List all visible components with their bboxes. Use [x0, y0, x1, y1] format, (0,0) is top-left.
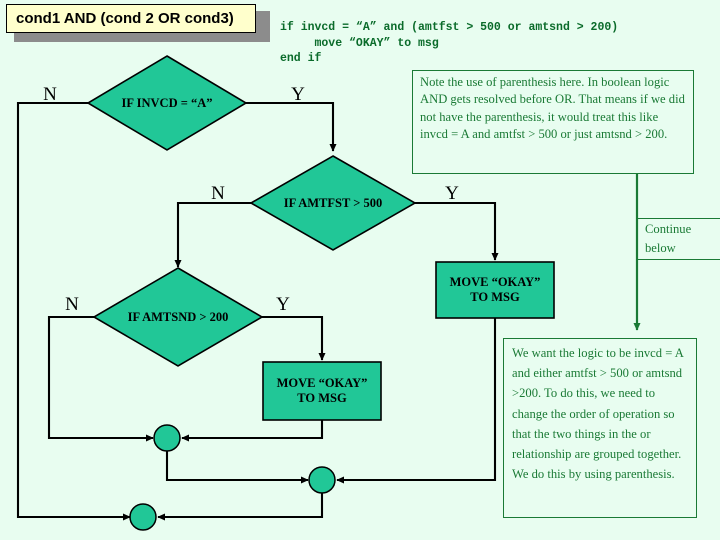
- note-top-text: Note the use of parenthesis here. In boo…: [420, 75, 685, 141]
- continue-below-label: Continue below: [637, 218, 720, 260]
- connector-circle: [153, 424, 181, 452]
- branch-label-no-2: N: [211, 183, 225, 204]
- connector-shapes: [129, 424, 336, 531]
- edge-d1-yes: [246, 101, 337, 152]
- process-box: [435, 261, 555, 319]
- title-banner: cond1 AND (cond 2 OR cond3): [6, 4, 256, 33]
- process-box: [262, 361, 382, 421]
- note-box-explanation: We want the logic to be invcd = A and ei…: [503, 338, 697, 518]
- page-title: cond1 AND (cond 2 OR cond3): [16, 10, 234, 27]
- edge-c2-c3: [157, 493, 324, 521]
- note-box-parenthesis: Note the use of parenthesis here. In boo…: [412, 70, 694, 174]
- branch-label-yes-1: Y: [291, 84, 305, 105]
- branch-label-yes-2: Y: [445, 183, 459, 204]
- decision-diamond: [92, 267, 264, 367]
- decision-diamond: [249, 155, 417, 251]
- note-bottom-text: We want the logic to be invcd = A and ei…: [512, 346, 684, 482]
- edge-d3-yes: [262, 315, 326, 361]
- edge-d2-yes: [415, 201, 499, 261]
- code-line-2: move “OKAY” to msg: [280, 36, 439, 50]
- edge-d2-no: [174, 201, 251, 268]
- connector-circle: [129, 503, 157, 531]
- edge-p2-join: [181, 420, 324, 442]
- branch-label-no-1: N: [43, 84, 57, 105]
- branch-label-yes-3: Y: [276, 294, 290, 315]
- code-line-3: end if: [280, 52, 322, 65]
- slide-canvas: cond1 AND (cond 2 OR cond3) if invcd = “…: [0, 0, 720, 540]
- decision-diamond: [86, 55, 248, 151]
- code-snippet: if invcd = “A” and (amtfst > 500 or amts…: [280, 20, 618, 67]
- code-line-1: if invcd = “A” and (amtfst > 500 or amts…: [280, 21, 619, 34]
- connector-circle: [308, 466, 336, 494]
- edge-c1-c2: [165, 451, 309, 484]
- continue-below-text: Continue below: [645, 222, 692, 255]
- branch-label-no-3: N: [65, 294, 79, 315]
